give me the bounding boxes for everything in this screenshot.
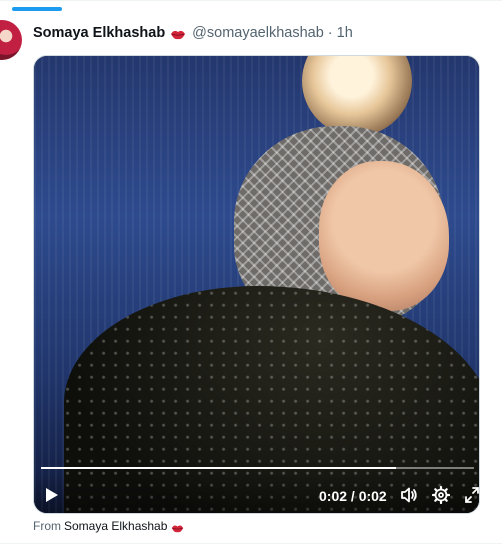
author-handle[interactable]: @somayaelkhashab bbox=[192, 25, 324, 41]
attribution-author[interactable]: Somaya Elkhashab bbox=[64, 519, 167, 533]
post-timestamp[interactable]: 1h bbox=[337, 25, 353, 41]
author-name[interactable]: Somaya Elkhashab bbox=[33, 25, 165, 41]
video-frame-face bbox=[319, 161, 449, 311]
video-controls: 0:02 / 0:02 bbox=[34, 474, 479, 513]
divider-bottom bbox=[0, 543, 502, 544]
divider-top bbox=[0, 0, 502, 1]
active-tab-indicator bbox=[12, 7, 62, 11]
expand-icon[interactable] bbox=[464, 486, 479, 504]
video-progress-bar[interactable] bbox=[41, 467, 474, 469]
avatar[interactable] bbox=[0, 20, 22, 60]
gear-icon[interactable] bbox=[431, 485, 451, 505]
separator-dot: · bbox=[327, 25, 333, 41]
video-player[interactable]: 0:02 / 0:02 bbox=[33, 55, 480, 514]
volume-icon[interactable] bbox=[400, 486, 418, 504]
attribution-label: From bbox=[33, 519, 61, 533]
video-attribution: From Somaya Elkhashab bbox=[33, 519, 184, 533]
play-icon[interactable] bbox=[44, 487, 60, 503]
video-progress-fill bbox=[41, 467, 397, 469]
video-time: 0:02 / 0:02 bbox=[319, 488, 387, 504]
lips-icon bbox=[170, 28, 186, 39]
post-header: Somaya Elkhashab @somayaelkhashab · 1h bbox=[33, 23, 353, 43]
lips-icon bbox=[171, 522, 184, 532]
